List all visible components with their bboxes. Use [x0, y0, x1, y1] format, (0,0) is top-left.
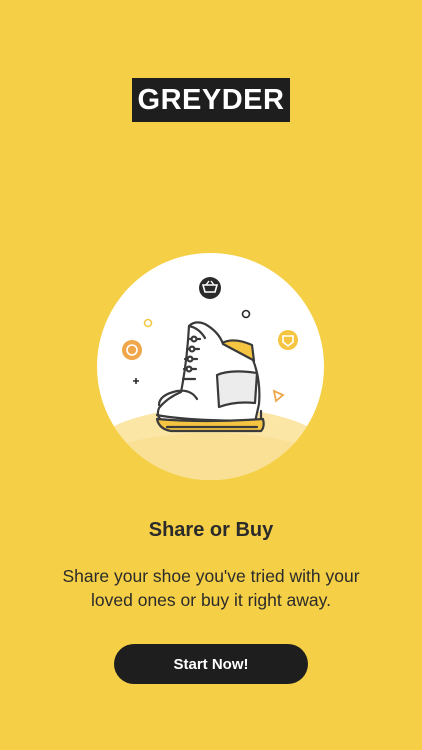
start-now-button[interactable]: Start Now!: [114, 644, 308, 684]
brand-logo: GREYDER: [132, 78, 290, 122]
onboarding-description: Share your shoe you've tried with your l…: [62, 566, 360, 610]
orange-circle-icon: [122, 340, 142, 360]
onboarding-illustration: [97, 253, 324, 480]
basket-icon: [199, 277, 221, 299]
yellow-badge-icon: [278, 330, 298, 350]
brand-logo-text: GREYDER: [137, 83, 285, 116]
start-now-label: Start Now!: [173, 655, 249, 673]
onboarding-title: Share or Buy: [148, 519, 274, 541]
